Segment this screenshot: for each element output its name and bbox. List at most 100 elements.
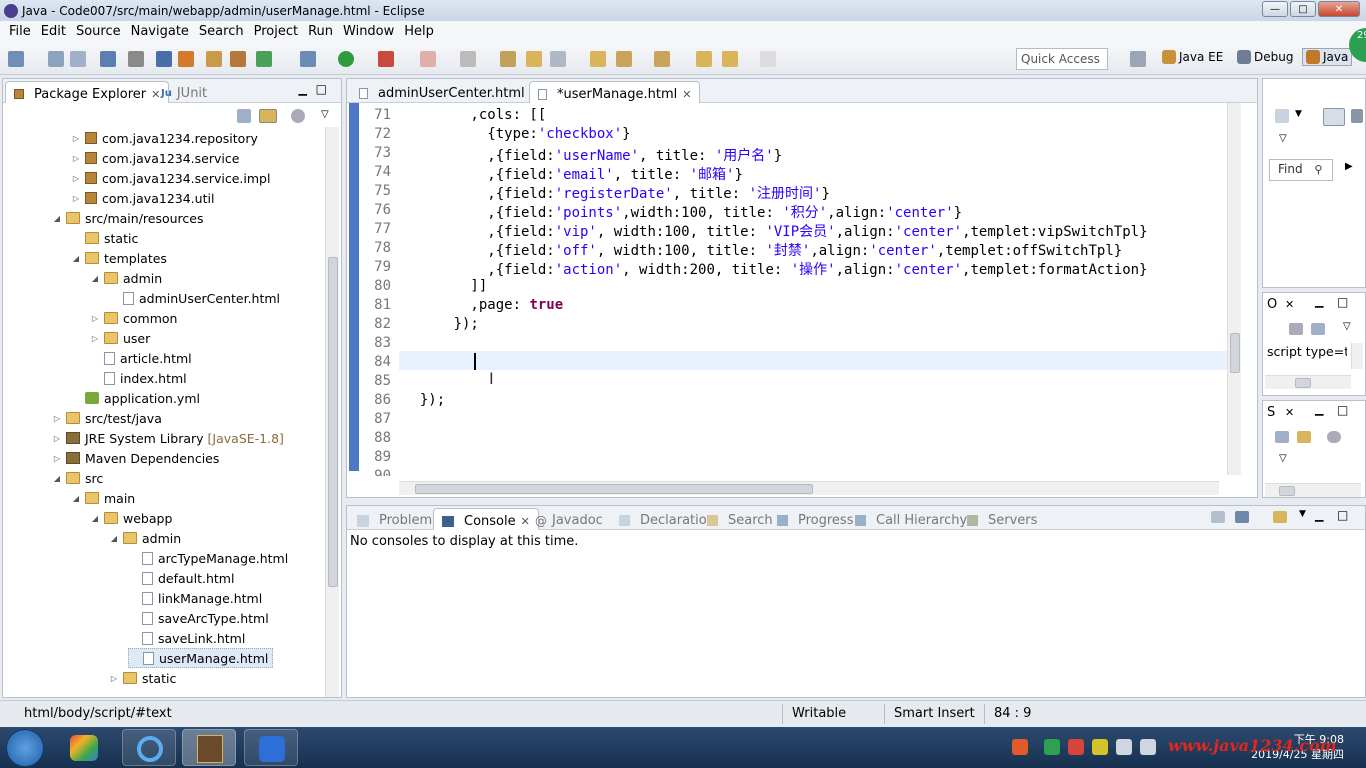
mini-hscrollbar[interactable]	[1265, 483, 1361, 497]
menu-file[interactable]: File	[4, 24, 36, 39]
open-folder-icon[interactable]	[590, 51, 606, 67]
new-package-icon[interactable]	[206, 51, 222, 67]
code-line[interactable]: 86 });	[361, 392, 445, 411]
tab-usermanage[interactable]: *userManage.html ✕	[529, 81, 701, 103]
filter-icon[interactable]	[291, 109, 305, 123]
dropdown-icon[interactable]: ▼	[1295, 109, 1302, 119]
tree-item[interactable]: ◢ src	[52, 468, 103, 488]
view-menu-icon[interactable]: ▽	[1279, 133, 1287, 144]
close-icon[interactable]: ✕	[682, 88, 691, 101]
tree-item[interactable]: saveArcType.html	[128, 608, 269, 628]
open-console-icon[interactable]	[1273, 511, 1287, 523]
tree-item[interactable]: arcTypeManage.html	[128, 548, 288, 568]
tab-javadoc[interactable]: @ Javadoc	[527, 508, 611, 530]
minimize-view-icon[interactable]: ▁	[1315, 509, 1323, 522]
minimize-view-icon[interactable]: ▁	[1315, 295, 1323, 308]
code-line[interactable]: 74 ,{field:'email', title: '邮箱'}	[361, 164, 743, 183]
back-icon[interactable]	[722, 51, 738, 67]
tree-item[interactable]: ▷ JRE System Library [JavaSE-1.8]	[52, 428, 284, 448]
collapse-all-icon[interactable]	[1275, 431, 1289, 443]
tree-item[interactable]: ▷ com.java1234.repository	[71, 128, 258, 148]
code-line[interactable]: 76 ,{field:'points',width:100, title: '积…	[361, 202, 962, 221]
close-icon[interactable]: ✕	[1285, 298, 1294, 311]
security-icon[interactable]	[1044, 739, 1060, 755]
tree-item[interactable]: default.html	[128, 568, 234, 588]
code-line[interactable]: 85	[361, 373, 403, 392]
tree-item[interactable]: index.html	[90, 368, 187, 388]
perspective-debug[interactable]: Debug	[1237, 50, 1293, 64]
open-type-icon[interactable]	[500, 51, 516, 67]
editor-hscroll-thumb[interactable]	[415, 484, 813, 494]
outline-hscrollbar[interactable]	[1265, 375, 1351, 389]
tree-item[interactable]: ▷ com.java1234.util	[71, 188, 215, 208]
toggle-mark-icon[interactable]	[156, 51, 172, 67]
code-line[interactable]: 84	[361, 354, 403, 373]
minimize-view-icon[interactable]: ▁	[1315, 403, 1323, 416]
view-menu-icon[interactable]: ▽	[1279, 453, 1287, 464]
code-line[interactable]: 73 ,{field:'userName', title: '用户名'}	[361, 145, 782, 164]
collapse-icon[interactable]	[1351, 109, 1363, 123]
code-line[interactable]: 77 ,{field:'vip', width:100, title: 'VIP…	[361, 221, 1147, 240]
outline-hscroll-thumb[interactable]	[1295, 378, 1311, 388]
view-menu-icon[interactable]: ▽	[321, 109, 329, 120]
code-line[interactable]: 79 ,{field:'action', width:200, title: '…	[361, 259, 1147, 278]
tree-item[interactable]: adminUserCenter.html	[109, 288, 280, 308]
save-all-icon[interactable]	[70, 51, 86, 67]
debug-icon[interactable]	[300, 51, 316, 67]
tree-item[interactable]: ◢ main	[71, 488, 135, 508]
tab-package-explorer[interactable]: Package Explorer ✕	[5, 81, 170, 103]
tree-item[interactable]: ◢ admin	[90, 268, 162, 288]
new-task-icon[interactable]	[1275, 109, 1289, 123]
display-console-icon[interactable]	[1235, 511, 1249, 523]
tree-item[interactable]: ▷ Maven Dependencies	[52, 448, 219, 468]
tab-s[interactable]: S	[1267, 405, 1275, 420]
tree-item[interactable]: article.html	[90, 348, 192, 368]
menu-project[interactable]: Project	[249, 24, 303, 39]
tree-item[interactable]: linkManage.html	[128, 588, 262, 608]
tab-adminusercenter[interactable]: adminUserCenter.html	[351, 81, 533, 103]
code-line[interactable]: 71 ,cols: [[	[361, 107, 546, 126]
code-line[interactable]: 88	[361, 430, 403, 449]
tree-item[interactable]: static	[71, 228, 138, 248]
skip-breakpoints-icon[interactable]	[128, 51, 144, 67]
editor-vscrollbar[interactable]	[1227, 103, 1241, 475]
last-edit-icon[interactable]	[696, 51, 712, 67]
external-tools-icon[interactable]	[378, 51, 394, 67]
tab-junit[interactable]: Ju JUnit	[153, 81, 215, 103]
input-method-icon[interactable]	[1012, 739, 1028, 755]
new-class-icon[interactable]	[230, 51, 246, 67]
tree-item[interactable]: ▷ com.java1234.service	[71, 148, 240, 168]
tree-item[interactable]: ▷ src/test/java	[52, 408, 162, 428]
taskbar-app-photos[interactable]	[58, 729, 112, 766]
tree-scroll-thumb[interactable]	[328, 257, 338, 587]
outline-item[interactable]: script type=te	[1267, 344, 1347, 359]
code-line[interactable]: 82 });	[361, 316, 479, 335]
code-line[interactable]: 87	[361, 411, 403, 430]
arrow-right-icon[interactable]: ▶	[1345, 161, 1353, 172]
view-menu-icon[interactable]: ▼	[1299, 509, 1306, 519]
web-browser-icon[interactable]	[178, 51, 194, 67]
tray-app-icon[interactable]	[1092, 739, 1108, 755]
link-icon[interactable]	[1297, 431, 1311, 443]
new-icon[interactable]	[8, 51, 24, 67]
minimize-button[interactable]: —	[1262, 1, 1288, 17]
tree-item[interactable]: application.yml	[71, 388, 200, 408]
code-line[interactable]: 81 ,page: true	[361, 297, 563, 316]
tree-item[interactable]: ▷ static	[109, 668, 176, 688]
code-line[interactable]: 72 {type:'checkbox'}	[361, 126, 630, 145]
menu-help[interactable]: Help	[399, 24, 439, 39]
forward-icon[interactable]	[760, 51, 776, 67]
tree-item-selected[interactable]: userManage.html	[128, 648, 274, 668]
search-icon[interactable]	[550, 51, 566, 67]
quick-access-input[interactable]: Quick Access	[1016, 48, 1108, 70]
print-icon[interactable]	[100, 51, 116, 67]
antivirus-icon[interactable]	[1068, 739, 1084, 755]
menu-navigate[interactable]: Navigate	[126, 24, 194, 39]
menu-window[interactable]: Window	[338, 24, 399, 39]
sort-icon[interactable]	[1289, 323, 1303, 335]
open-perspective-icon[interactable]	[1130, 51, 1146, 67]
pin-console-icon[interactable]	[1211, 511, 1225, 523]
editor-vscroll-thumb[interactable]	[1230, 333, 1240, 373]
tab-outline[interactable]: O	[1267, 297, 1277, 312]
maximize-view-icon[interactable]: □	[1337, 508, 1348, 522]
